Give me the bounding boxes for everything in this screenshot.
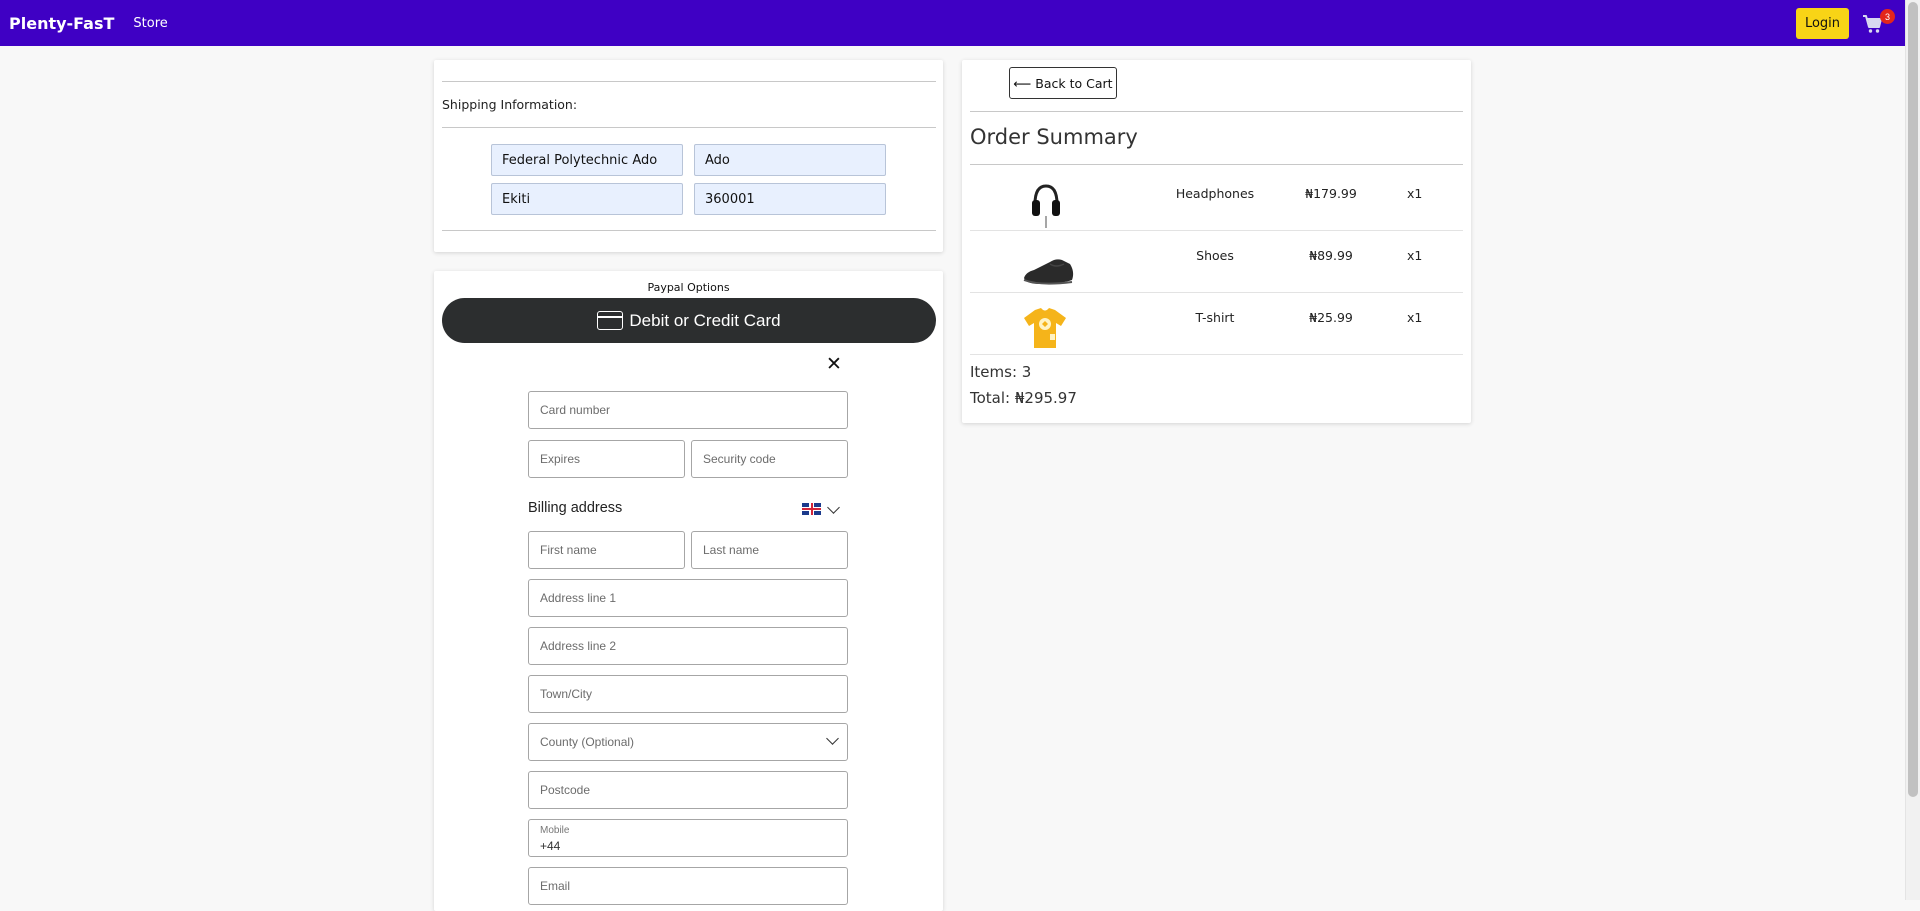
address-field[interactable]: Federal Polytechnic Ado bbox=[491, 144, 683, 176]
billing-address-label: Billing address bbox=[528, 500, 623, 516]
chevron-down-icon[interactable] bbox=[827, 501, 840, 514]
login-button[interactable]: Login bbox=[1796, 8, 1849, 39]
mobile-label: Mobile bbox=[540, 825, 570, 836]
debit-button-label: Debit or Credit Card bbox=[629, 310, 781, 330]
item-qty: x1 bbox=[1407, 310, 1423, 325]
tshirt-image bbox=[1020, 304, 1070, 352]
order-summary-card: ⟵ Back to Cart Order Summary Headphones … bbox=[962, 60, 1471, 423]
item-price: ₦179.99 bbox=[1305, 186, 1357, 201]
cart-count-badge: 3 bbox=[1880, 9, 1895, 24]
first-name-input[interactable]: First name bbox=[528, 531, 685, 569]
shoes-image bbox=[1020, 242, 1074, 290]
address-line2-input[interactable]: Address line 2 bbox=[528, 627, 848, 665]
paypal-options-title: Paypal Options bbox=[647, 281, 730, 294]
divider bbox=[442, 81, 936, 82]
headphones-image bbox=[1020, 180, 1070, 228]
last-name-input[interactable]: Last name bbox=[691, 531, 848, 569]
item-qty: x1 bbox=[1407, 248, 1423, 263]
divider bbox=[970, 292, 1463, 293]
debit-credit-card-button[interactable]: Debit or Credit Card bbox=[442, 298, 936, 343]
paypal-card: Paypal Options Debit or Credit Card ✕ Ca… bbox=[434, 271, 943, 911]
top-navbar: Plenty-FasT Store bbox=[0, 0, 1905, 46]
items-count: Items: 3 bbox=[970, 363, 1032, 381]
divider bbox=[970, 111, 1463, 112]
expires-input[interactable]: Expires bbox=[528, 440, 685, 478]
item-price: ₦89.99 bbox=[1309, 248, 1353, 263]
item-price: ₦25.99 bbox=[1309, 310, 1353, 325]
email-input[interactable]: Email bbox=[528, 867, 848, 905]
credit-card-icon bbox=[597, 311, 624, 330]
order-item-row: T-shirt ₦25.99 x1 bbox=[970, 298, 1463, 360]
divider bbox=[970, 230, 1463, 231]
uk-flag-icon[interactable] bbox=[802, 503, 821, 515]
brand-logo[interactable]: Plenty-FasT bbox=[9, 14, 114, 33]
chevron-down-icon bbox=[826, 732, 839, 745]
close-icon[interactable]: ✕ bbox=[826, 355, 842, 374]
state-field[interactable]: Ekiti bbox=[491, 183, 683, 215]
divider bbox=[442, 127, 936, 128]
order-total: Total: ₦295.97 bbox=[970, 389, 1077, 407]
shipping-heading: Shipping Information: bbox=[442, 97, 578, 112]
zipcode-field[interactable]: 360001 bbox=[694, 183, 886, 215]
nav-store-link[interactable]: Store bbox=[133, 16, 167, 31]
item-qty: x1 bbox=[1407, 186, 1423, 201]
item-name: T-shirt bbox=[1195, 310, 1235, 325]
city-field[interactable]: Ado bbox=[694, 144, 886, 176]
order-item-row: Headphones ₦179.99 x1 bbox=[970, 174, 1463, 236]
county-select-label: County (Optional) bbox=[540, 735, 635, 749]
divider bbox=[970, 354, 1463, 355]
divider bbox=[970, 164, 1463, 165]
shipping-card: Shipping Information: Federal Polytechni… bbox=[434, 60, 943, 252]
mobile-input[interactable]: Mobile +44 bbox=[528, 819, 848, 857]
item-name: Headphones bbox=[1175, 186, 1255, 201]
town-city-input[interactable]: Town/City bbox=[528, 675, 848, 713]
mobile-value: +44 bbox=[540, 839, 561, 853]
item-name: Shoes bbox=[1196, 248, 1234, 263]
postcode-input[interactable]: Postcode bbox=[528, 771, 848, 809]
divider bbox=[442, 230, 936, 231]
order-item-row: Shoes ₦89.99 x1 bbox=[970, 236, 1463, 298]
scrollbar-thumb[interactable] bbox=[1908, 2, 1918, 797]
address-line1-input[interactable]: Address line 1 bbox=[528, 579, 848, 617]
back-to-cart-button[interactable]: ⟵ Back to Cart bbox=[1009, 67, 1117, 99]
security-code-input[interactable]: Security code bbox=[691, 440, 848, 478]
county-select[interactable]: County (Optional) bbox=[528, 723, 848, 761]
card-number-input[interactable]: Card number bbox=[528, 391, 848, 429]
order-summary-title: Order Summary bbox=[970, 125, 1138, 149]
